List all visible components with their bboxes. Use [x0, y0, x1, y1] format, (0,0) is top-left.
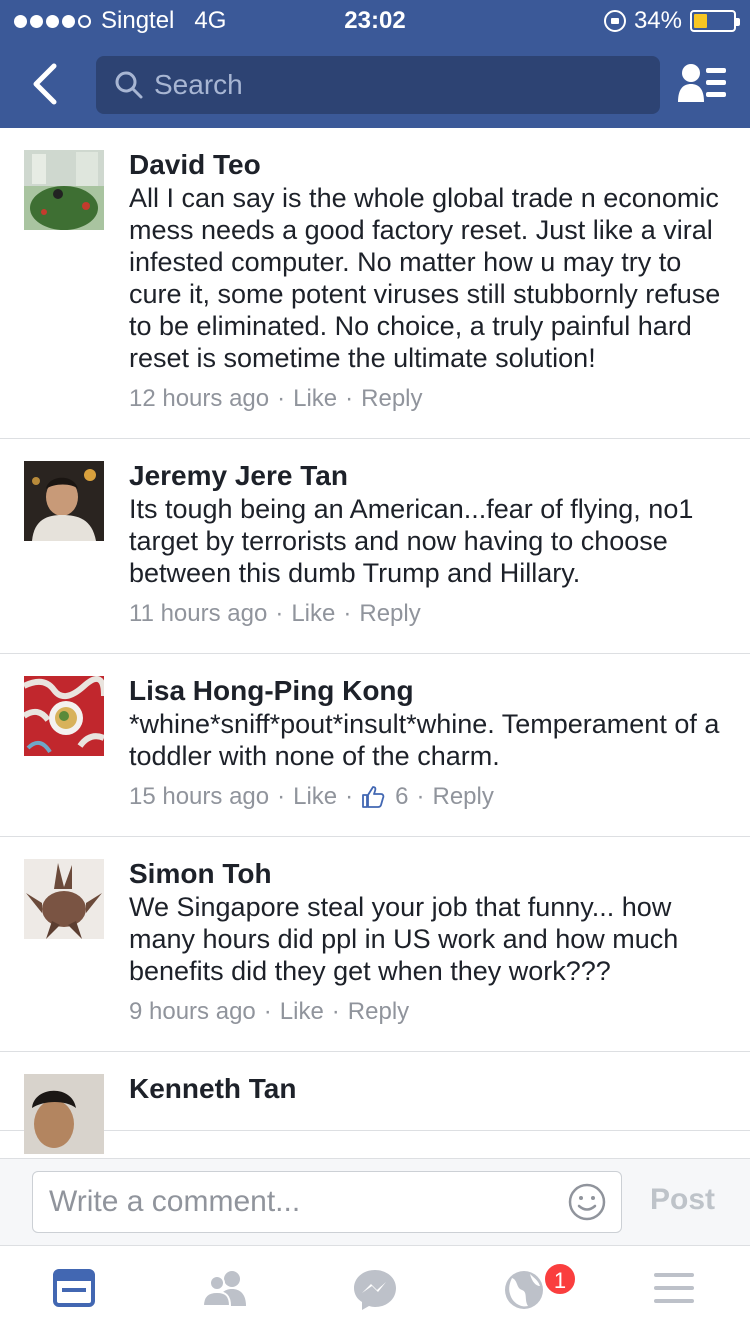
- comment-text: We Singapore steal your job that funny..…: [129, 892, 679, 986]
- rotation-lock-icon: [603, 10, 626, 32]
- comment-author[interactable]: Simon Toh: [129, 857, 726, 891]
- avatar-image: [24, 1074, 104, 1154]
- tab-messenger[interactable]: [352, 1268, 402, 1312]
- notifications-globe-icon: [505, 1271, 543, 1309]
- chevron-left-icon: [33, 63, 57, 105]
- like-link[interactable]: Like: [293, 384, 337, 414]
- comment-text: Its tough being an American...fear of fl…: [129, 494, 694, 588]
- tab-menu[interactable]: [652, 1268, 702, 1312]
- avatar[interactable]: [24, 150, 104, 230]
- comment-meta: 11 hours ago · Like · Reply: [129, 599, 421, 629]
- comment-item: Jeremy Jere Tan Its tough being an Ameri…: [0, 439, 750, 654]
- news-feed-icon: [53, 1269, 95, 1307]
- like-link[interactable]: Like: [280, 997, 324, 1027]
- likes-count[interactable]: 6: [395, 782, 408, 812]
- emoji-smiley-icon[interactable]: [567, 1182, 607, 1222]
- avatar-image: [24, 461, 104, 541]
- messenger-icon: [354, 1270, 396, 1310]
- search-icon: [115, 71, 143, 99]
- avatar[interactable]: [24, 1074, 104, 1154]
- post-button[interactable]: Post: [650, 1183, 715, 1217]
- notification-badge: 1: [543, 1262, 577, 1296]
- tab-friends[interactable]: [200, 1268, 250, 1312]
- search-input[interactable]: [154, 69, 634, 101]
- comment-timestamp: 12 hours ago: [129, 385, 270, 412]
- tab-news-feed[interactable]: [52, 1268, 102, 1312]
- menu-icon: [654, 1273, 694, 1303]
- like-link[interactable]: Like: [291, 599, 335, 629]
- battery-icon: [690, 10, 740, 32]
- like-link[interactable]: Like: [293, 782, 337, 812]
- comment-timestamp: 15 hours ago: [129, 783, 270, 810]
- top-bar: Singtel 4G 23:02 34%: [0, 0, 750, 128]
- friends-icon: [201, 1271, 246, 1307]
- avatar-image: [24, 676, 104, 756]
- comment-timestamp: 9 hours ago: [129, 998, 256, 1025]
- back-button[interactable]: [22, 56, 70, 112]
- search-bar[interactable]: [96, 56, 660, 114]
- comment-text: All I can say is the whole global trade …: [129, 183, 721, 373]
- comment-composer: Post: [0, 1158, 750, 1246]
- comment-timestamp: 11 hours ago: [129, 600, 268, 627]
- comment-item: Kenneth Tan: [0, 1052, 750, 1154]
- friend-list-icon: [678, 64, 726, 102]
- avatar-image: [24, 859, 104, 939]
- comment-author[interactable]: Kenneth Tan: [129, 1072, 726, 1106]
- avatar-image: [24, 150, 104, 230]
- comment-meta: 15 hours ago · Like · 6 · Reply: [129, 782, 494, 812]
- bottom-tab-bar: [0, 1246, 750, 1334]
- comment-item: Simon Toh We Singapore steal your job th…: [0, 837, 750, 1052]
- comment-author[interactable]: David Teo: [129, 148, 726, 182]
- comment-item: Lisa Hong-Ping Kong *whine*sniff*pout*in…: [0, 654, 750, 837]
- reply-link[interactable]: Reply: [359, 599, 420, 629]
- comment-author[interactable]: Jeremy Jere Tan: [129, 459, 726, 493]
- friend-list-button[interactable]: [676, 60, 730, 108]
- comment-item: David Teo All I can say is the whole glo…: [0, 128, 750, 439]
- avatar[interactable]: [24, 859, 104, 939]
- comment-author[interactable]: Lisa Hong-Ping Kong: [129, 674, 726, 708]
- avatar[interactable]: [24, 676, 104, 756]
- reply-link[interactable]: Reply: [348, 997, 409, 1027]
- avatar[interactable]: [24, 461, 104, 541]
- comment-meta: 12 hours ago · Like · Reply: [129, 384, 423, 414]
- comment-input[interactable]: [49, 1185, 549, 1219]
- comments-list: David Teo All I can say is the whole glo…: [0, 128, 750, 1158]
- reply-link[interactable]: Reply: [433, 782, 494, 812]
- comment-meta: 9 hours ago · Like · Reply: [129, 997, 410, 1027]
- comment-text: *whine*sniff*pout*insult*whine. Temperam…: [129, 709, 720, 771]
- comment-input-box[interactable]: [32, 1171, 622, 1233]
- battery-percent: 34%: [633, 7, 682, 34]
- nav-bar: [0, 40, 750, 128]
- like-thumb-icon[interactable]: [361, 785, 385, 809]
- status-right: 34%: [603, 7, 740, 35]
- status-bar: Singtel 4G 23:02 34%: [0, 0, 750, 40]
- reply-link[interactable]: Reply: [361, 384, 422, 414]
